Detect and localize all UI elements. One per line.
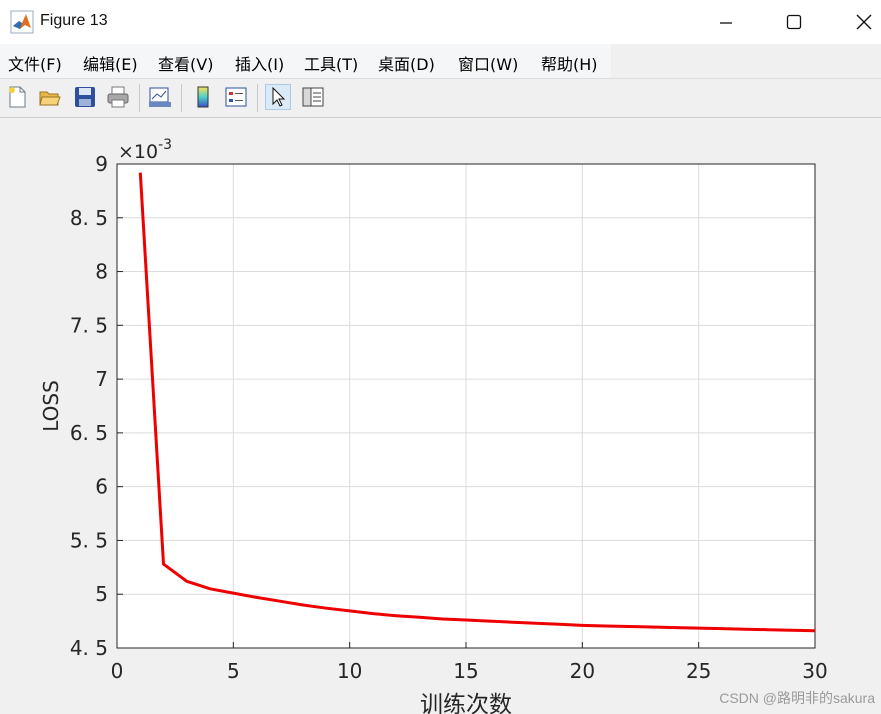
- x-tick-label: 15: [453, 659, 478, 683]
- x-axis-label: 训练次数: [420, 692, 512, 714]
- y-tick-label: 9: [95, 152, 108, 176]
- y-tick-label: 5: [95, 582, 108, 606]
- x-tick-label: 30: [802, 659, 827, 683]
- y-tick-label: 6: [95, 475, 108, 499]
- x-tick-label: 10: [337, 659, 362, 683]
- x-tick-label: 0: [111, 659, 124, 683]
- y-tick-label: 8: [95, 260, 108, 284]
- y-tick-label: 8. 5: [70, 206, 108, 230]
- x-tick-labels: 0 5 10 15 20 25 30: [111, 659, 828, 683]
- y-tick-label: 6. 5: [70, 421, 108, 445]
- y-tick-label: 5. 5: [70, 528, 108, 552]
- y-tick-labels: 4. 5 5 5. 5 6 6. 5 7 7. 5 8 8. 5 9: [70, 152, 108, 660]
- y-tick-label: 7: [95, 367, 108, 391]
- y-tick-label: 7. 5: [70, 313, 108, 337]
- watermark: CSDN @路明非的sakura: [719, 690, 875, 706]
- y-axis-label: LOSS: [39, 380, 63, 432]
- x-tick-label: 5: [227, 659, 240, 683]
- y-tick-label: 4. 5: [70, 636, 108, 660]
- x-tick-label: 25: [686, 659, 711, 683]
- x-tick-label: 20: [570, 659, 595, 683]
- figure-canvas: 0 5 10 15 20 25 30 4. 5 5 5. 5 6 6. 5 7 7. 5 8 8. 5 9 ×…: [39, 137, 828, 714]
- y-exponent-label: ×10-3: [118, 137, 172, 163]
